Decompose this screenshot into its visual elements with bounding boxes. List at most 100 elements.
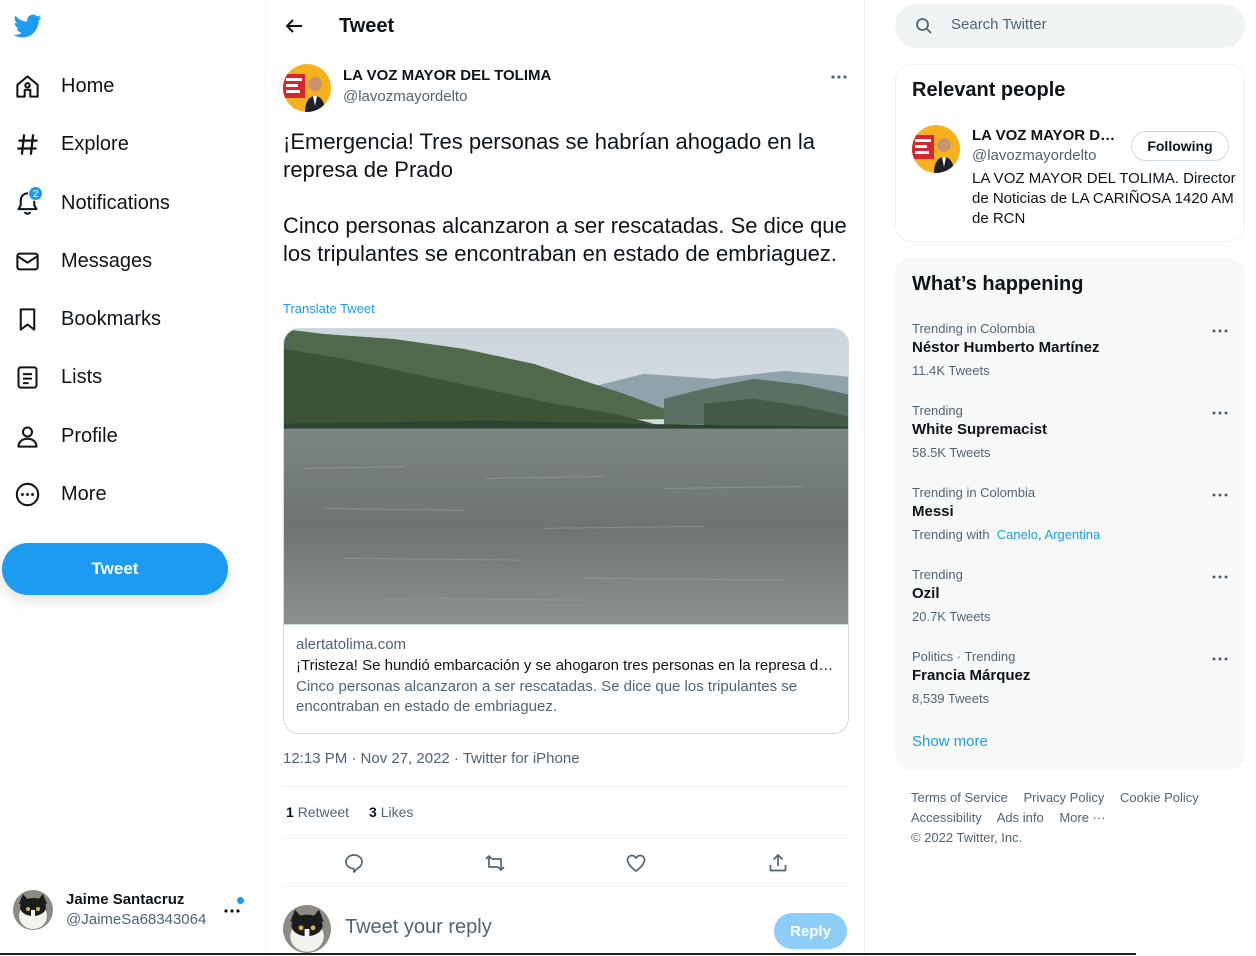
back-arrow-icon[interactable] xyxy=(284,16,304,36)
accessibility-link[interactable]: Accessibility xyxy=(911,810,982,825)
retweets-stat[interactable]: 1 Retweet xyxy=(286,804,349,820)
ads-info-link[interactable]: Ads info xyxy=(997,810,1044,825)
trend-item[interactable]: Trending in Colombia Néstor Humberto Mar… xyxy=(912,321,1232,383)
retweets-count: 1 xyxy=(286,804,294,820)
whats-happening-panel: What’s happening Trending in Colombia Né… xyxy=(895,258,1245,770)
likes-stat[interactable]: 3 Likes xyxy=(369,804,413,820)
trend-title: White Supremacist xyxy=(912,421,1048,438)
tweet-timestamp[interactable]: 12:13 PM · Nov 27, 2022 · Twitter for iP… xyxy=(283,750,580,767)
tweet-more-icon[interactable] xyxy=(828,67,850,87)
bell-icon-wrap: 2 xyxy=(14,185,43,217)
retweet-icon[interactable] xyxy=(484,852,506,874)
search-input[interactable] xyxy=(951,16,1231,33)
privacy-link[interactable]: Privacy Policy xyxy=(1023,790,1104,805)
trend-context: Trending xyxy=(912,567,963,582)
list-icon xyxy=(17,365,38,389)
nav-messages[interactable]: Messages xyxy=(14,241,152,281)
reply-button[interactable]: Reply xyxy=(774,913,847,949)
hashtag-icon xyxy=(17,133,38,155)
envelope-icon xyxy=(16,252,39,270)
footer-more-link[interactable]: More ··· xyxy=(1059,810,1105,825)
relevant-person-avatar[interactable] xyxy=(912,125,960,173)
author-name[interactable]: LA VOZ MAYOR DEL TOLIMA xyxy=(343,67,551,84)
trend-count: 58.5K Tweets xyxy=(912,445,991,460)
relevant-person-name[interactable]: LA VOZ MAYOR DEL TOLIMA xyxy=(972,127,1122,144)
like-icon[interactable] xyxy=(625,852,647,874)
tweet-header: Tweet xyxy=(266,0,864,53)
tweet-text-paragraph-2: Cinco personas alcanzaron a ser rescatad… xyxy=(283,213,847,266)
footer-links: Terms of Service Privacy Policy Cookie P… xyxy=(911,788,1241,848)
compose-tweet-button[interactable]: Tweet xyxy=(2,543,228,595)
nav-bookmarks-label: Bookmarks xyxy=(61,307,162,330)
trend-item[interactable]: Trending Ozil 20.7K Tweets xyxy=(912,567,1232,629)
trend-title: Messi xyxy=(912,503,954,520)
card-title: ¡Tristeza! Se hundió embarcación y se ah… xyxy=(296,657,836,674)
author-avatar[interactable] xyxy=(283,64,331,112)
nav-notifications[interactable]: 2 Notifications xyxy=(14,183,170,223)
trend-count: 20.7K Tweets xyxy=(912,609,991,624)
divider xyxy=(283,886,849,887)
nav-profile[interactable]: Profile xyxy=(14,416,118,456)
trending-with-label: Trending with xyxy=(912,527,990,542)
reply-input[interactable] xyxy=(345,916,745,939)
nav-bookmarks[interactable]: Bookmarks xyxy=(14,299,161,339)
divider xyxy=(283,838,849,839)
cat-avatar-image xyxy=(283,905,331,953)
search-icon xyxy=(916,18,932,34)
trend-title: Néstor Humberto Martínez xyxy=(912,339,1100,356)
trend-context: Trending in Colombia xyxy=(912,485,1036,500)
tweet-text-paragraph-1: ¡Emergencia! Tres personas se habrían ah… xyxy=(283,129,815,182)
bookmark-icon xyxy=(19,307,36,331)
trend-item[interactable]: Trending in Colombia Messi Trending with… xyxy=(912,485,1232,547)
unread-indicator-dot xyxy=(237,897,244,904)
share-icon[interactable] xyxy=(767,852,789,874)
trend-related: Trending with Canelo, Argentina xyxy=(912,523,1232,547)
reply-icon[interactable] xyxy=(343,852,365,874)
show-more-link[interactable]: Show more xyxy=(912,733,988,750)
account-avatar xyxy=(13,890,53,930)
account-switcher[interactable]: Jaime Santacruz @JaimeSa68343064 xyxy=(13,888,253,932)
trend-item[interactable]: Politics · Trending Francia Márquez 8,53… xyxy=(912,649,1232,711)
cookie-link[interactable]: Cookie Policy xyxy=(1120,790,1199,805)
link-preview-card[interactable]: alertatolima.com ¡Tristeza! Se hundió em… xyxy=(283,328,849,734)
twitter-logo-icon[interactable] xyxy=(13,12,43,40)
nav-profile-label: Profile xyxy=(61,424,118,447)
reply-avatar xyxy=(283,905,331,953)
nav-explore[interactable]: Explore xyxy=(14,124,129,164)
tweet-detail-column: Tweet LA VOZ MAYOR DEL TOLIMA @lavozmayo… xyxy=(265,0,865,956)
search-bar[interactable] xyxy=(895,4,1245,48)
trend-count: 11.4K Tweets xyxy=(912,363,990,378)
whats-happening-title: What’s happening xyxy=(912,273,1084,295)
nav-lists[interactable]: Lists xyxy=(14,357,102,397)
nav-more[interactable]: More xyxy=(14,474,107,514)
following-button[interactable]: Following xyxy=(1131,131,1229,161)
trend-more-icon[interactable] xyxy=(1209,321,1231,341)
more-circle-icon xyxy=(15,482,40,506)
person-icon xyxy=(17,425,38,448)
nav-home[interactable]: Home xyxy=(14,66,114,106)
trend-context: Trending xyxy=(912,403,963,418)
trend-context: Trending in Colombia xyxy=(912,321,1036,336)
translate-tweet-link[interactable]: Translate Tweet xyxy=(283,301,375,316)
trend-more-icon[interactable] xyxy=(1209,485,1231,505)
terms-link[interactable]: Terms of Service xyxy=(911,790,1008,805)
trend-title: Ozil xyxy=(912,585,940,602)
author-handle[interactable]: @lavozmayordelto xyxy=(343,88,467,105)
relevant-person-handle[interactable]: @lavozmayordelto xyxy=(972,147,1096,164)
trend-more-icon[interactable] xyxy=(1209,403,1231,423)
trend-more-icon[interactable] xyxy=(1209,567,1231,587)
trend-more-icon[interactable] xyxy=(1209,649,1231,669)
nav-lists-label: Lists xyxy=(61,365,103,388)
trend-related-link[interactable]: Canelo xyxy=(997,527,1038,542)
notification-badge: 2 xyxy=(28,185,43,201)
footer-row: Terms of Service Privacy Policy Cookie P… xyxy=(911,788,1241,808)
tweet-text: ¡Emergencia! Tres personas se habrían ah… xyxy=(283,128,848,268)
account-handle: @JaimeSa68343064 xyxy=(66,911,207,928)
nav-explore-label: Explore xyxy=(61,132,129,155)
trend-item[interactable]: Trending White Supremacist 58.5K Tweets xyxy=(912,403,1232,465)
trend-related-separator: , xyxy=(1038,527,1042,542)
window-bottom-edge xyxy=(0,953,1136,955)
relevant-people-title: Relevant people xyxy=(912,79,1066,101)
right-sidebar: Relevant people LA VOZ MAYOR DEL TOLIMA … xyxy=(865,0,1256,956)
trend-related-link[interactable]: Argentina xyxy=(1045,527,1101,542)
